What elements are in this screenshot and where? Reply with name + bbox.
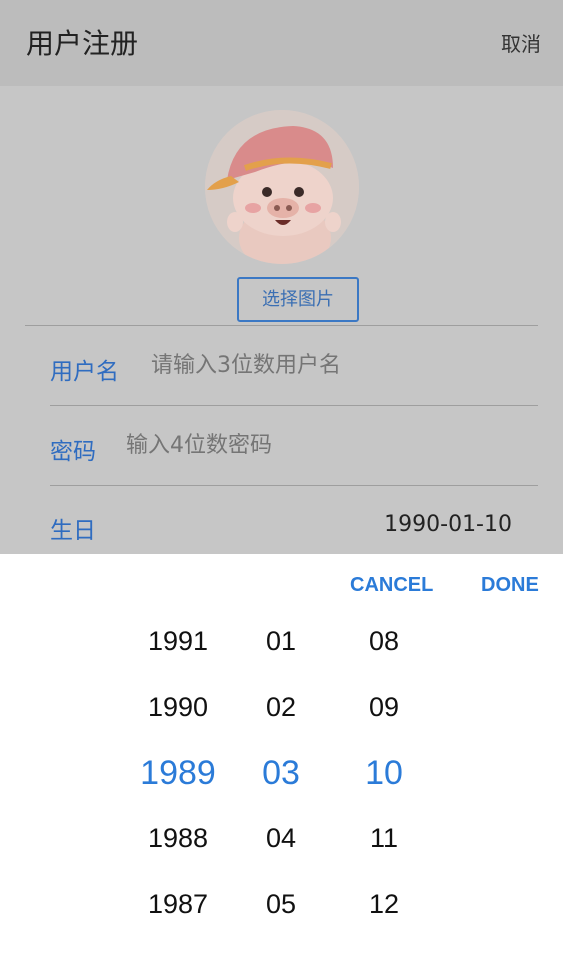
picker-cancel-button[interactable]: CANCEL <box>350 574 433 597</box>
month-option-selected[interactable]: 03 <box>221 754 341 793</box>
birthday-label: 生日 <box>50 518 96 544</box>
year-option[interactable]: 1987 <box>118 889 238 920</box>
divider <box>50 485 538 486</box>
date-picker-sheet: CANCEL DONE 1991 1990 1989 1988 1987 01 … <box>0 554 563 960</box>
month-option[interactable]: 04 <box>221 823 341 854</box>
avatar <box>205 110 359 264</box>
picker-done-button[interactable]: DONE <box>481 574 539 597</box>
day-option[interactable]: 11 <box>324 823 444 854</box>
app-header: 用户注册 取消 <box>0 0 563 86</box>
username-label: 用户名 <box>50 359 119 385</box>
year-option-selected[interactable]: 1989 <box>118 754 238 793</box>
birthday-value[interactable]: 1990-01-10 <box>384 512 512 537</box>
pig-avatar-image <box>205 110 359 264</box>
month-option[interactable]: 01 <box>221 626 341 657</box>
page-title: 用户注册 <box>26 27 139 60</box>
divider <box>25 325 538 326</box>
username-field[interactable] <box>151 353 511 378</box>
divider <box>50 405 538 406</box>
month-option[interactable]: 02 <box>221 692 341 723</box>
year-option[interactable]: 1990 <box>118 692 238 723</box>
choose-image-button[interactable]: 选择图片 <box>237 277 359 322</box>
month-option[interactable]: 05 <box>221 889 341 920</box>
year-option[interactable]: 1991 <box>118 626 238 657</box>
day-option-selected[interactable]: 10 <box>324 754 444 793</box>
day-option[interactable]: 08 <box>324 626 444 657</box>
year-option[interactable]: 1988 <box>118 823 238 854</box>
cancel-registration-button[interactable]: 取消 <box>501 28 541 57</box>
registration-form: 选择图片 用户名 密码 生日 1990-01-10 <box>0 86 563 554</box>
day-option[interactable]: 12 <box>324 889 444 920</box>
day-option[interactable]: 09 <box>324 692 444 723</box>
password-field[interactable] <box>126 433 506 458</box>
password-label: 密码 <box>50 439 96 465</box>
